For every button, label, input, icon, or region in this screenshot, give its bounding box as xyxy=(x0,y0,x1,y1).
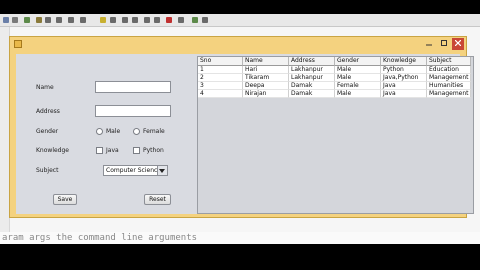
ide-toolbar-icon[interactable] xyxy=(178,17,184,23)
java-checkbox[interactable] xyxy=(96,147,103,154)
app-window: Name Address Gender Male Female Knowledg… xyxy=(9,36,474,218)
column-header-gender[interactable]: Gender xyxy=(335,57,381,66)
cell-subject: Humanities xyxy=(427,82,471,90)
ide-toolbar-icon[interactable] xyxy=(144,17,150,23)
maximize-button[interactable] xyxy=(437,38,451,50)
knowledge-label: Knowledge xyxy=(36,147,69,154)
name-input[interactable] xyxy=(95,81,171,93)
cell-sno: 4 xyxy=(198,90,243,98)
window-titlebar[interactable] xyxy=(10,37,466,51)
records-table: Sno Name Address Gender Knowledge Subjec… xyxy=(197,56,474,214)
java-checkbox-label: Java xyxy=(106,147,119,154)
female-radio-label: Female xyxy=(143,128,165,135)
cell-subject: Management xyxy=(427,74,471,82)
python-checkbox-label: Python xyxy=(143,147,164,154)
table-row[interactable]: 3 Deepa Damak Female Java Humanities xyxy=(198,82,471,90)
ide-toolbar-icon[interactable] xyxy=(122,17,128,23)
cell-gender: Female xyxy=(335,82,381,90)
window-client-area: Name Address Gender Male Female Knowledg… xyxy=(16,54,474,214)
cell-name: Deepa xyxy=(243,82,289,90)
table-header-row: Sno Name Address Gender Knowledge Subjec… xyxy=(198,57,471,66)
address-label: Address xyxy=(36,108,60,115)
cell-sno: 3 xyxy=(198,82,243,90)
subject-label: Subject xyxy=(36,167,59,174)
subject-select-value: Computer Science xyxy=(106,167,161,174)
close-icon xyxy=(455,40,461,46)
cell-address: Lakhanpur xyxy=(289,66,335,74)
cell-gender: Male xyxy=(335,90,381,98)
cell-sno: 1 xyxy=(198,66,243,74)
cell-gender: Male xyxy=(335,74,381,82)
reset-button[interactable]: Reset xyxy=(144,194,171,205)
java-app-icon xyxy=(14,40,22,48)
save-button[interactable]: Save xyxy=(53,194,77,205)
ide-toolbar xyxy=(0,14,480,27)
cell-knowledge: Python xyxy=(381,66,427,74)
minimize-button[interactable] xyxy=(422,38,436,50)
cell-name: Tikaram xyxy=(243,74,289,82)
ide-toolbar-icon[interactable] xyxy=(56,17,62,23)
cell-address: Damak xyxy=(289,90,335,98)
cell-subject: Management xyxy=(427,90,471,98)
close-button[interactable] xyxy=(452,38,464,50)
cell-gender: Male xyxy=(335,66,381,74)
ide-toolbar-icon[interactable] xyxy=(3,17,9,23)
column-header-address[interactable]: Address xyxy=(289,57,335,66)
ide-toolbar-icon[interactable] xyxy=(12,17,18,23)
maximize-icon xyxy=(441,40,447,46)
python-checkbox[interactable] xyxy=(133,147,140,154)
ide-code-line: aram args the command line arguments xyxy=(0,232,480,244)
minimize-icon xyxy=(426,44,432,46)
male-radio-label: Male xyxy=(106,128,121,135)
name-label: Name xyxy=(36,84,54,91)
table-row[interactable]: 1 Hari Lakhanpur Male Python Education xyxy=(198,66,471,74)
address-input[interactable] xyxy=(95,105,171,117)
ide-toolbar-icon[interactable] xyxy=(80,17,86,23)
column-header-name[interactable]: Name xyxy=(243,57,289,66)
ide-toolbar-icon[interactable] xyxy=(110,17,116,23)
cell-knowledge: Java xyxy=(381,82,427,90)
ide-toolbar-icon[interactable] xyxy=(100,17,106,23)
cell-name: Hari xyxy=(243,66,289,74)
gender-label: Gender xyxy=(36,128,59,135)
ide-toolbar-icon[interactable] xyxy=(166,17,172,23)
ide-toolbar-icon[interactable] xyxy=(132,17,138,23)
column-header-subject[interactable]: Subject xyxy=(427,57,471,66)
ide-toolbar-icon[interactable] xyxy=(192,17,198,23)
ide-toolbar-icon[interactable] xyxy=(68,17,74,23)
ide-toolbar-icon[interactable] xyxy=(36,17,42,23)
cell-address: Damak xyxy=(289,82,335,90)
column-header-knowledge[interactable]: Knowledge xyxy=(381,57,427,66)
ide-toolbar-icon[interactable] xyxy=(45,17,51,23)
cell-sno: 2 xyxy=(198,74,243,82)
ide-toolbar-icon[interactable] xyxy=(24,17,30,23)
cell-knowledge: Java xyxy=(381,90,427,98)
cell-address: Lakhanpur xyxy=(289,74,335,82)
cell-subject: Education xyxy=(427,66,471,74)
table-row[interactable]: 4 Nirajan Damak Male Java Management xyxy=(198,90,471,98)
female-radio[interactable] xyxy=(133,128,140,135)
table-row[interactable]: 2 Tikaram Lakhanpur Male Java,Python Man… xyxy=(198,74,471,82)
subject-select[interactable]: Computer Science xyxy=(103,165,168,176)
cell-knowledge: Java,Python xyxy=(381,74,427,82)
ide-toolbar-icon[interactable] xyxy=(154,17,160,23)
male-radio[interactable] xyxy=(96,128,103,135)
column-header-sno[interactable]: Sno xyxy=(198,57,243,66)
ide-toolbar-icon[interactable] xyxy=(202,17,208,23)
cell-name: Nirajan xyxy=(243,90,289,98)
dropdown-arrow-icon[interactable] xyxy=(157,166,167,175)
